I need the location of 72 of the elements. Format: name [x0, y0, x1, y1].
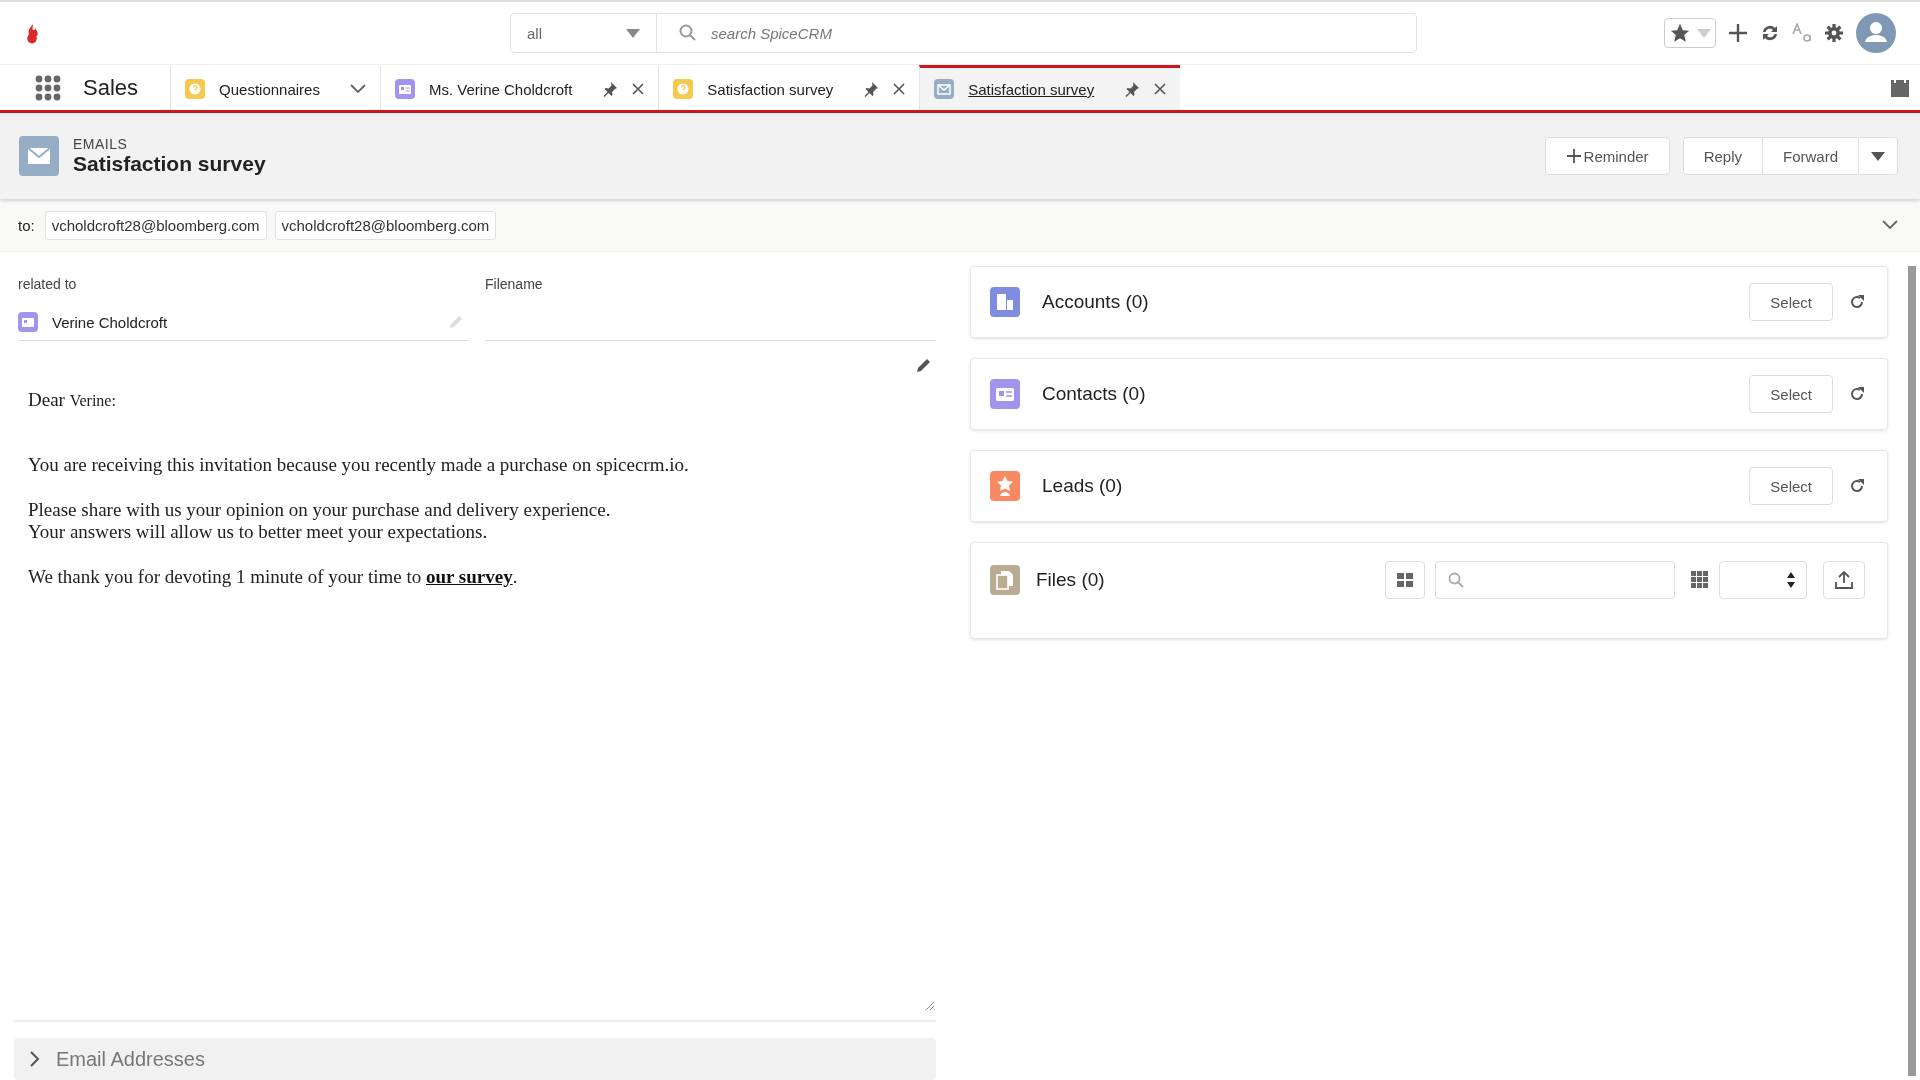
- refresh-icon[interactable]: [1849, 386, 1865, 402]
- related-record-link[interactable]: Verine Choldcroft: [52, 313, 168, 331]
- search-field[interactable]: search SpiceCRM: [657, 13, 1417, 53]
- field-label: related to: [18, 276, 78, 292]
- resize-handle-icon[interactable]: [925, 1001, 934, 1010]
- select-button[interactable]: Select: [1749, 467, 1833, 505]
- reply-button[interactable]: Reply: [1682, 137, 1763, 175]
- select-button[interactable]: Select: [1749, 283, 1833, 321]
- app-name: Sales: [83, 74, 139, 101]
- recipient-chip[interactable]: vcholdcroft28@bloomberg.com: [274, 210, 497, 240]
- contact-card-icon: [394, 79, 415, 99]
- close-icon[interactable]: [632, 83, 645, 95]
- tiles-icon: [1396, 571, 1414, 588]
- chevron-down-icon[interactable]: [349, 84, 366, 94]
- star-icon: [1669, 22, 1691, 44]
- close-icon[interactable]: [1154, 83, 1167, 95]
- question-icon: [673, 79, 694, 99]
- settings-icon[interactable]: [1824, 23, 1844, 43]
- body-paragraph: Please share with us your opinion on your purchase and delivery experience. Your answers will allow us to better meet your expectations.: [28, 498, 612, 545]
- search-icon: [1448, 571, 1464, 588]
- pin-icon[interactable]: [602, 81, 619, 97]
- upload-icon: [1834, 569, 1854, 590]
- tab[interactable]: Satisfaction survey: [658, 65, 920, 110]
- select-button[interactable]: Select: [1749, 375, 1833, 413]
- favorite-button[interactable]: [1664, 18, 1716, 48]
- panel-title: Contacts (0): [1042, 383, 1146, 405]
- pencil-icon[interactable]: [916, 357, 932, 373]
- scrollbar-thumb[interactable]: [1908, 266, 1916, 1076]
- tile-view-button[interactable]: [1385, 560, 1425, 599]
- recipient-chip[interactable]: vcholdcroft28@bloomberg.com: [44, 210, 267, 240]
- files-search-field[interactable]: [1435, 560, 1675, 599]
- upload-button[interactable]: [1823, 560, 1865, 599]
- tab[interactable]: Satisfaction survey: [919, 65, 1181, 110]
- envelope-icon: [934, 79, 955, 99]
- tab[interactable]: Ms. Verine Choldcroft: [379, 65, 659, 110]
- refresh-icon[interactable]: [1760, 23, 1780, 43]
- envelope-icon: [19, 136, 59, 176]
- body-paragraph: We thank you for devoting 1 minute of your time to our survey.: [28, 566, 519, 589]
- greeting-text: Dear: [28, 389, 65, 410]
- module-label: EMAILS: [73, 136, 129, 152]
- caret-icon: [1871, 151, 1885, 161]
- record-title: Satisfaction survey: [73, 152, 266, 176]
- panel-title: Files (0): [1036, 568, 1105, 591]
- to-label: to:: [18, 216, 35, 234]
- recipient-name: Verine:: [69, 392, 116, 409]
- pin-icon[interactable]: [1124, 81, 1141, 97]
- more-actions-button[interactable]: [1858, 137, 1898, 175]
- close-icon[interactable]: [893, 83, 906, 95]
- plus-icon: [1565, 148, 1582, 164]
- caret-icon: [1697, 28, 1711, 38]
- reminder-button[interactable]: Reminder: [1544, 137, 1670, 175]
- grid-icon[interactable]: [1691, 570, 1709, 589]
- plus-icon[interactable]: [1728, 23, 1748, 43]
- body-paragraph: You are receiving this invitation because you recently made a purchase on spicecrm.io.: [28, 453, 690, 477]
- pin-icon[interactable]: [863, 81, 880, 97]
- caret-icon: [626, 28, 640, 38]
- panel-title: Leads (0): [1042, 475, 1123, 497]
- contact-card-icon: [18, 312, 38, 332]
- survey-link[interactable]: our survey: [425, 566, 513, 588]
- question-icon: [185, 79, 206, 99]
- forward-button[interactable]: Forward: [1762, 137, 1859, 175]
- calendar-icon[interactable]: [1890, 77, 1910, 98]
- field-label: Filename: [485, 276, 544, 292]
- section-header[interactable]: Email Addresses: [14, 1038, 936, 1080]
- chevron-down-icon[interactable]: [1882, 220, 1898, 230]
- refresh-icon[interactable]: [1849, 294, 1865, 310]
- app-launcher-icon[interactable]: [35, 74, 61, 101]
- refresh-icon[interactable]: [1849, 478, 1865, 494]
- panel-title: Accounts (0): [1042, 291, 1149, 313]
- scope-select[interactable]: all: [510, 13, 657, 53]
- tab[interactable]: Questionnaires: [170, 65, 380, 110]
- avatar-icon[interactable]: [1856, 13, 1896, 53]
